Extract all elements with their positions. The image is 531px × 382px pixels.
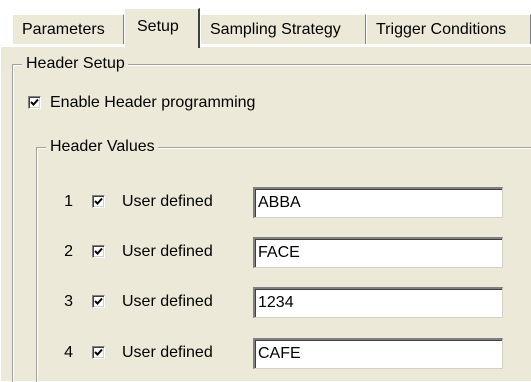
user-defined-checkbox-2[interactable] — [92, 245, 105, 258]
check-mark-icon — [94, 197, 103, 205]
user-defined-checkbox-1[interactable] — [92, 195, 105, 208]
check-mark-icon — [94, 297, 103, 305]
check-mark-icon — [94, 247, 103, 255]
tab-parameters[interactable]: Parameters — [12, 14, 124, 44]
header-value-row-number: 1 — [64, 193, 73, 210]
user-defined-checkbox-3[interactable] — [92, 295, 105, 308]
tab-strip: Parameters Setup Sampling Strategy Trigg… — [0, 0, 531, 48]
header-value-row-number: 3 — [64, 293, 73, 310]
tab-sampling-strategy[interactable]: Sampling Strategy — [200, 14, 366, 44]
header-value-input-1[interactable] — [253, 187, 503, 218]
header-value-input-2[interactable] — [253, 237, 503, 268]
enable-header-programming-checkbox[interactable] — [28, 96, 41, 109]
header-value-row-number: 4 — [64, 344, 73, 361]
header-setup-title: Header Setup — [22, 54, 128, 74]
tab-trigger-conditions[interactable]: Trigger Conditions — [366, 14, 531, 44]
tab-setup[interactable]: Setup — [124, 8, 200, 48]
header-value-input-4[interactable] — [253, 338, 503, 369]
user-defined-checkbox-4[interactable] — [92, 346, 105, 359]
enable-header-programming-label[interactable]: Enable Header programming — [50, 93, 255, 113]
user-defined-label[interactable]: User defined — [122, 242, 213, 262]
header-value-row-number: 2 — [64, 243, 73, 260]
header-values-title: Header Values — [46, 137, 158, 157]
check-mark-icon — [94, 348, 103, 356]
header-value-input-3[interactable] — [253, 287, 503, 318]
user-defined-label[interactable]: User defined — [122, 292, 213, 312]
user-defined-label[interactable]: User defined — [122, 192, 213, 212]
check-mark-icon — [30, 98, 39, 106]
setup-tab-panel: Header Setup Enable Header programming H… — [0, 46, 531, 382]
user-defined-label[interactable]: User defined — [122, 343, 213, 363]
